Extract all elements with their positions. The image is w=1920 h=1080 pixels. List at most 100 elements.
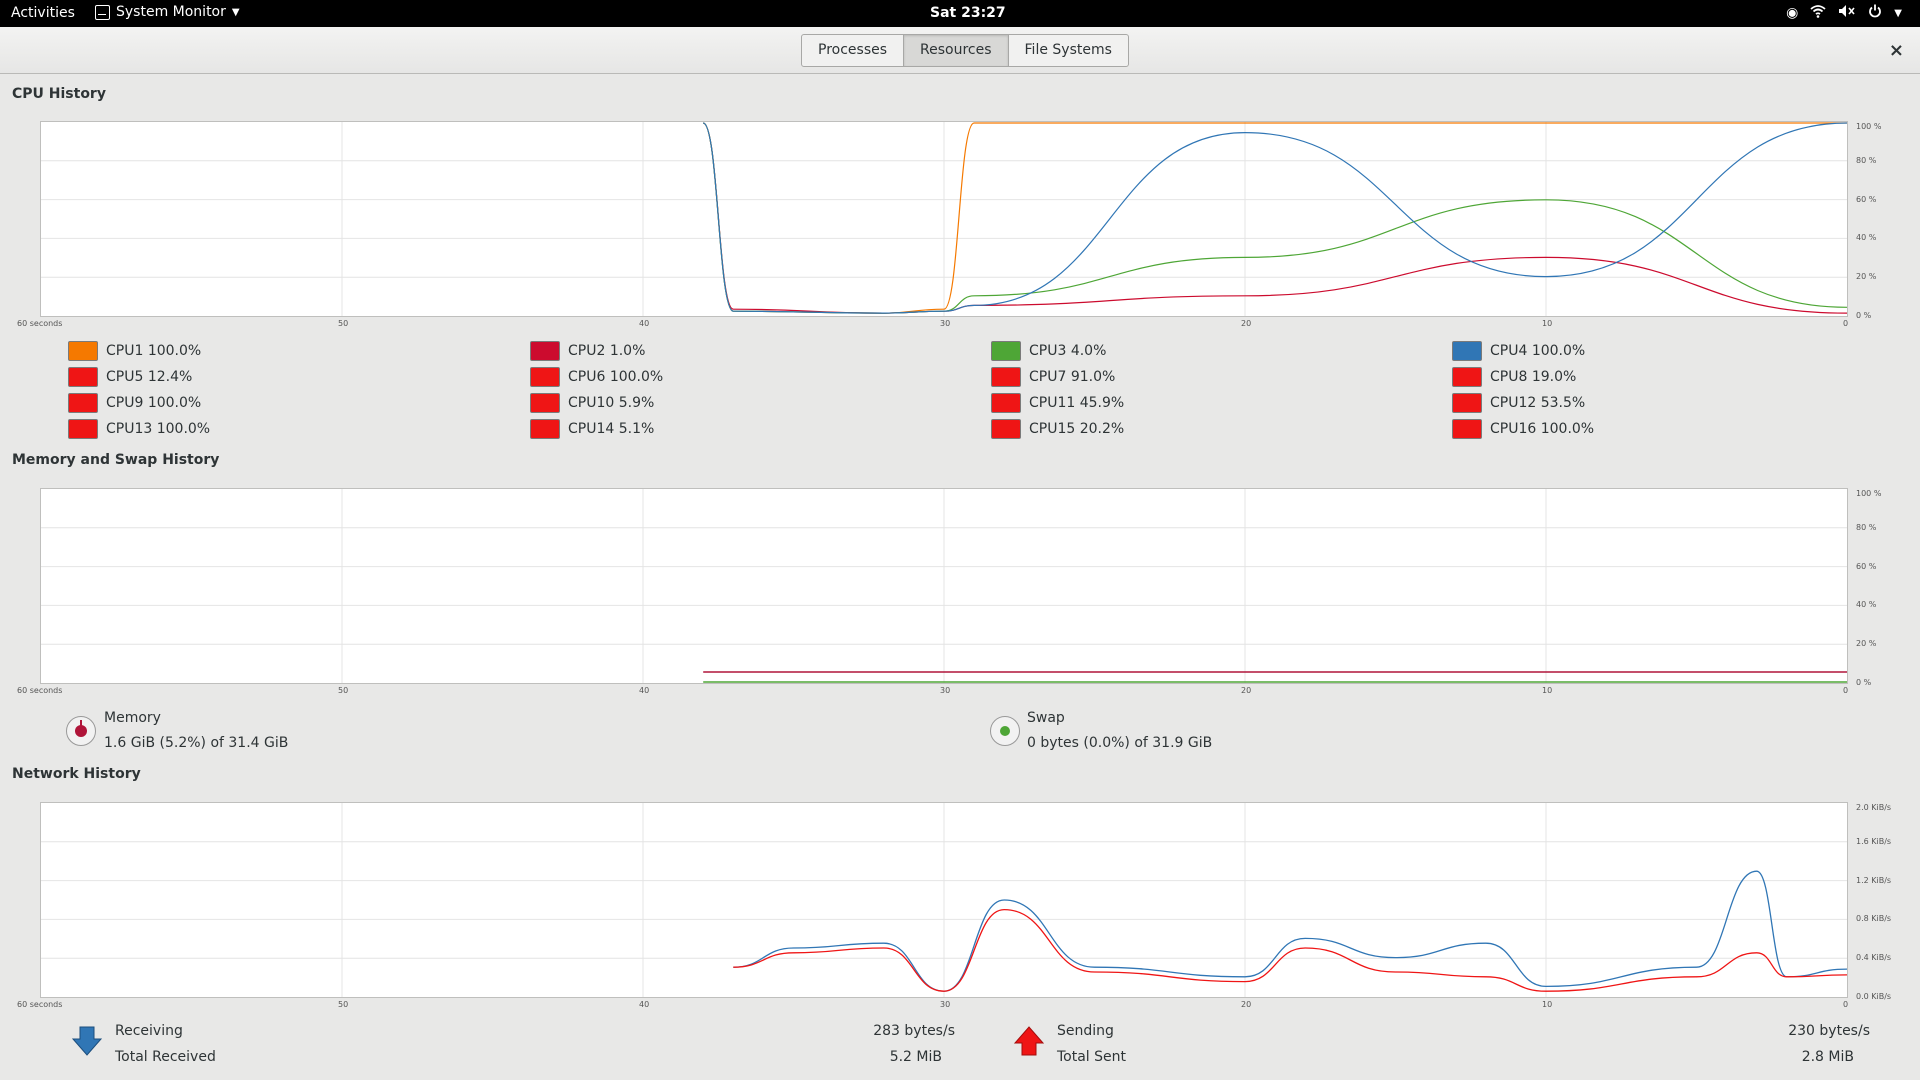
- cpu-legend-item[interactable]: CPU7 91.0%: [991, 367, 1115, 387]
- system-tray[interactable]: ◉ ▼: [1786, 4, 1902, 22]
- series-line-receiving: [733, 870, 1847, 992]
- cpu-legend-item[interactable]: CPU1 100.0%: [68, 341, 201, 361]
- y-tick-label: 1.6 KiB/s: [1856, 836, 1892, 846]
- total-sent-value: 2.8 MiB: [1801, 1049, 1854, 1065]
- cpu-legend-item[interactable]: CPU13 100.0%: [68, 419, 210, 439]
- series-line-cpu1: [702, 122, 1847, 314]
- cpu-legend-item[interactable]: CPU4 100.0%: [1452, 341, 1585, 361]
- cpu-graph-svg: [41, 122, 1847, 316]
- color-swatch[interactable]: [1452, 393, 1482, 413]
- cpu-legend-item[interactable]: CPU11 45.9%: [991, 393, 1124, 413]
- cpu-legend-label: CPU7 91.0%: [1029, 369, 1116, 385]
- cpu-legend-item[interactable]: CPU2 1.0%: [530, 341, 645, 361]
- color-swatch[interactable]: [530, 393, 560, 413]
- x-tick-label: 10: [1542, 319, 1553, 328]
- memory-graph-svg: [41, 489, 1847, 683]
- cpu-history-title: CPU History: [12, 86, 106, 102]
- color-swatch[interactable]: [68, 341, 98, 361]
- wifi-icon[interactable]: [1810, 4, 1826, 22]
- cpu-legend-label: CPU5 12.4%: [106, 369, 193, 385]
- x-tick-label: 20: [1241, 319, 1252, 328]
- cpu-legend-label: CPU11 45.9%: [1029, 395, 1125, 411]
- system-monitor-icon: [95, 4, 110, 20]
- sending-arrow-icon[interactable]: [1013, 1025, 1045, 1061]
- cpu-legend-item[interactable]: CPU5 12.4%: [68, 367, 192, 387]
- chevron-down-icon: ▼: [231, 6, 240, 18]
- view-switcher: Processes Resources File Systems: [801, 34, 1129, 67]
- app-menu[interactable]: System Monitor ▼: [95, 4, 240, 20]
- cpu-legend-item[interactable]: CPU14 5.1%: [530, 419, 654, 439]
- x-tick-label: 60 seconds: [17, 686, 63, 695]
- clock[interactable]: Sat 23:27: [930, 5, 1006, 21]
- receiving-arrow-icon[interactable]: [71, 1025, 103, 1061]
- color-swatch[interactable]: [530, 367, 560, 387]
- network-lines: [733, 870, 1847, 992]
- x-tick-label: 0: [1843, 319, 1849, 328]
- series-line-cpu3: [702, 122, 1847, 314]
- cpu-legend-item[interactable]: CPU3 4.0%: [991, 341, 1106, 361]
- color-swatch[interactable]: [991, 419, 1021, 439]
- cpu-legend-label: CPU14 5.1%: [568, 421, 655, 437]
- y-tick-label: 0 %: [1856, 678, 1872, 687]
- color-swatch[interactable]: [68, 393, 98, 413]
- sending-rate: 230 bytes/s: [1788, 1023, 1870, 1039]
- volume-muted-icon[interactable]: [1838, 4, 1856, 22]
- cpu-legend-item[interactable]: CPU12 53.5%: [1452, 393, 1585, 413]
- y-tick-label: 0 %: [1856, 311, 1872, 320]
- tab-file-systems[interactable]: File Systems: [1007, 35, 1128, 66]
- y-tick-label: 0.0 KiB/s: [1856, 992, 1892, 1001]
- y-tick-label: 80 %: [1856, 155, 1877, 165]
- memory-history-graph: [40, 488, 1848, 684]
- power-icon[interactable]: [1868, 4, 1882, 22]
- cpu-legend-item[interactable]: CPU15 20.2%: [991, 419, 1124, 439]
- cpu-legend-item[interactable]: CPU10 5.9%: [530, 393, 654, 413]
- activities-button[interactable]: Activities: [11, 5, 75, 21]
- memory-pie-icon[interactable]: [66, 716, 96, 746]
- close-icon[interactable]: ×: [1889, 40, 1904, 61]
- x-tick-label: 30: [940, 1000, 951, 1009]
- y-tick-label: 40 %: [1856, 600, 1877, 610]
- tab-processes[interactable]: Processes: [802, 35, 903, 66]
- network-history-graph: [40, 802, 1848, 998]
- color-swatch[interactable]: [68, 419, 98, 439]
- total-received-label: Total Received: [115, 1049, 216, 1065]
- y-tick-label: 1.2 KiB/s: [1856, 875, 1892, 885]
- swap-pie-icon[interactable]: [990, 716, 1020, 746]
- tab-resources[interactable]: Resources: [903, 35, 1008, 66]
- x-tick-label: 40: [639, 319, 650, 328]
- cpu-legend-item[interactable]: CPU8 19.0%: [1452, 367, 1576, 387]
- color-swatch[interactable]: [68, 367, 98, 387]
- y-tick-label: 0.4 KiB/s: [1856, 953, 1892, 963]
- cpu-legend-label: CPU13 100.0%: [106, 421, 211, 437]
- record-icon[interactable]: ◉: [1786, 5, 1798, 21]
- x-tick-label: 10: [1542, 1000, 1553, 1009]
- color-swatch[interactable]: [991, 367, 1021, 387]
- cpu-legend-label: CPU6 100.0%: [568, 369, 664, 385]
- cpu-legend-item[interactable]: CPU6 100.0%: [530, 367, 663, 387]
- color-swatch[interactable]: [1452, 367, 1482, 387]
- cpu-legend-item[interactable]: CPU9 100.0%: [68, 393, 201, 413]
- chevron-down-icon[interactable]: ▼: [1894, 8, 1902, 19]
- swap-value: 0 bytes (0.0%) of 31.9 GiB: [1027, 735, 1213, 751]
- color-swatch[interactable]: [530, 419, 560, 439]
- cpu-legend-label: CPU4 100.0%: [1490, 343, 1586, 359]
- color-swatch[interactable]: [1452, 341, 1482, 361]
- network-grid: [41, 803, 1847, 997]
- x-tick-label: 60 seconds: [17, 319, 63, 328]
- cpu-legend-label: CPU8 19.0%: [1490, 369, 1577, 385]
- receiving-rate: 283 bytes/s: [873, 1023, 955, 1039]
- cpu-legend-label: CPU12 53.5%: [1490, 395, 1586, 411]
- series-line-cpu4: [702, 122, 1847, 314]
- color-swatch[interactable]: [530, 341, 560, 361]
- color-swatch[interactable]: [1452, 419, 1482, 439]
- total-sent-label: Total Sent: [1057, 1049, 1127, 1065]
- cpu-legend-item[interactable]: CPU16 100.0%: [1452, 419, 1594, 439]
- x-tick-label: 40: [639, 1000, 650, 1009]
- memory-grid: [41, 489, 1847, 683]
- y-tick-label: 100 %: [1856, 122, 1882, 131]
- cpu-legend-label: CPU2 1.0%: [568, 343, 646, 359]
- series-line-sending: [733, 908, 1847, 992]
- color-swatch[interactable]: [991, 393, 1021, 413]
- memory-value: 1.6 GiB (5.2%) of 31.4 GiB: [104, 735, 289, 751]
- color-swatch[interactable]: [991, 341, 1021, 361]
